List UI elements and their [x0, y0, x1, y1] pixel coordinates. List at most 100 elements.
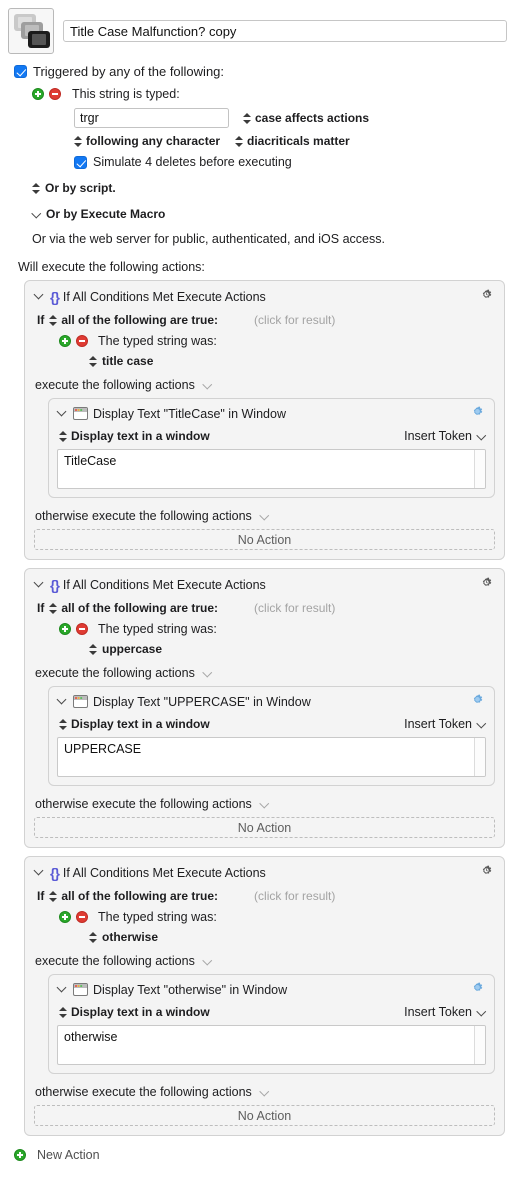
gear-icon-highlighted[interactable]: [469, 405, 486, 422]
trigger-string-input[interactable]: [74, 108, 229, 128]
if-block-header[interactable]: {} If All Conditions Met Execute Actions: [34, 864, 495, 881]
display-mode-popup[interactable]: Display text in a window: [59, 1005, 210, 1019]
triggered-by-checkbox[interactable]: [14, 65, 27, 78]
click-for-result-label[interactable]: (click for result): [254, 889, 335, 903]
chevron-down-icon[interactable]: [57, 984, 68, 995]
text-scrollbar[interactable]: [474, 450, 485, 488]
plus-circle-icon[interactable]: [32, 88, 44, 100]
plus-circle-icon[interactable]: [59, 623, 71, 635]
case-affects-actions-popup[interactable]: case affects actions: [243, 111, 369, 125]
chevron-down-icon[interactable]: [204, 957, 213, 966]
display-text-value[interactable]: otherwise: [58, 1026, 474, 1064]
condition-row: The typed string was:: [34, 622, 495, 636]
otherwise-actions-label: otherwise execute the following actions: [35, 797, 252, 811]
if-block[interactable]: {} If All Conditions Met Execute Actions…: [24, 568, 505, 848]
display-text-field[interactable]: TitleCase: [57, 449, 486, 489]
plus-circle-icon[interactable]: [59, 335, 71, 347]
stepper-updown-icon: [32, 182, 40, 195]
if-word-label: If: [37, 313, 45, 327]
or-by-execute-macro-row[interactable]: Or by Execute Macro: [14, 207, 507, 221]
insert-token-menu[interactable]: Insert Token: [404, 1005, 486, 1019]
chevron-down-icon[interactable]: [57, 408, 68, 419]
display-text-action[interactable]: Display Text "UPPERCASE" in Window Displ…: [48, 686, 495, 786]
condition-value-popup[interactable]: otherwise: [34, 930, 495, 944]
chevron-down-icon[interactable]: [204, 669, 213, 678]
condition-row: The typed string was:: [34, 910, 495, 924]
minus-circle-icon[interactable]: [76, 623, 88, 635]
execute-actions-row[interactable]: execute the following actions: [34, 666, 495, 680]
stepper-updown-icon: [89, 931, 97, 944]
if-word-label: If: [37, 889, 45, 903]
diacriticals-popup[interactable]: diacriticals matter: [235, 134, 350, 148]
minus-circle-icon[interactable]: [49, 88, 61, 100]
click-for-result-label[interactable]: (click for result): [254, 313, 335, 327]
or-by-script-row[interactable]: Or by script.: [14, 181, 507, 195]
condition-label: The typed string was:: [98, 910, 217, 924]
minus-circle-icon[interactable]: [76, 911, 88, 923]
otherwise-actions-row[interactable]: otherwise execute the following actions: [34, 797, 495, 811]
triggered-by-row[interactable]: Triggered by any of the following:: [14, 64, 507, 79]
or-by-execute-macro-label: Or by Execute Macro: [46, 207, 166, 221]
chevron-down-icon[interactable]: [57, 696, 68, 707]
gear-icon-highlighted[interactable]: [469, 981, 486, 998]
gear-icon-highlighted[interactable]: [469, 693, 486, 710]
if-block[interactable]: {} If All Conditions Met Execute Actions…: [24, 856, 505, 1136]
display-text-value[interactable]: UPPERCASE: [58, 738, 474, 776]
case-affects-actions-label: case affects actions: [255, 111, 370, 125]
no-action-placeholder[interactable]: No Action: [34, 1105, 495, 1126]
insert-token-menu[interactable]: Insert Token: [404, 717, 486, 731]
otherwise-actions-row[interactable]: otherwise execute the following actions: [34, 1085, 495, 1099]
chevron-down-icon[interactable]: [34, 867, 45, 878]
no-action-placeholder[interactable]: No Action: [34, 817, 495, 838]
display-text-action[interactable]: Display Text "otherwise" in Window Displ…: [48, 974, 495, 1074]
if-block[interactable]: {} If All Conditions Met Execute Actions…: [24, 280, 505, 560]
no-action-placeholder[interactable]: No Action: [34, 529, 495, 550]
insert-token-label: Insert Token: [404, 429, 472, 443]
stepper-updown-icon[interactable]: [49, 314, 58, 327]
following-character-popup[interactable]: following any character: [74, 134, 235, 148]
condition-mode-row: If all of the following are true: (click…: [34, 313, 495, 327]
execute-actions-row[interactable]: execute the following actions: [34, 954, 495, 968]
display-mode-popup[interactable]: Display text in a window: [59, 429, 210, 443]
insert-token-menu[interactable]: Insert Token: [404, 429, 486, 443]
if-block-header[interactable]: {} If All Conditions Met Execute Actions: [34, 576, 495, 593]
condition-value-popup[interactable]: uppercase: [34, 642, 495, 656]
display-text-action[interactable]: Display Text "TitleCase" in Window Displ…: [48, 398, 495, 498]
condition-mode-label[interactable]: all of the following are true:: [61, 601, 218, 615]
condition-mode-label[interactable]: all of the following are true:: [61, 313, 218, 327]
display-mode-popup[interactable]: Display text in a window: [59, 717, 210, 731]
if-block-header[interactable]: {} If All Conditions Met Execute Actions: [34, 288, 495, 305]
stepper-updown-icon[interactable]: [49, 890, 58, 903]
display-text-action-header[interactable]: Display Text "UPPERCASE" in Window: [57, 693, 486, 710]
click-for-result-label[interactable]: (click for result): [254, 601, 335, 615]
condition-mode-label[interactable]: all of the following are true:: [61, 889, 218, 903]
display-text-field[interactable]: otherwise: [57, 1025, 486, 1065]
display-text-action-header[interactable]: Display Text "otherwise" in Window: [57, 981, 486, 998]
condition-value-popup[interactable]: title case: [34, 354, 495, 368]
display-text-action-header[interactable]: Display Text "TitleCase" in Window: [57, 405, 486, 422]
gear-icon[interactable]: [478, 864, 495, 881]
execute-actions-row[interactable]: execute the following actions: [34, 378, 495, 392]
stepper-updown-icon: [74, 135, 82, 148]
simulate-deletes-row[interactable]: Simulate 4 deletes before executing: [74, 155, 507, 169]
chevron-down-icon[interactable]: [34, 579, 45, 590]
new-action-button[interactable]: New Action: [0, 1144, 517, 1162]
gear-icon[interactable]: [478, 288, 495, 305]
chevron-down-icon[interactable]: [261, 1088, 270, 1097]
display-text-field[interactable]: UPPERCASE: [57, 737, 486, 777]
stepper-updown-icon[interactable]: [49, 602, 58, 615]
macro-title-input[interactable]: [63, 20, 507, 42]
chevron-down-icon[interactable]: [204, 381, 213, 390]
otherwise-actions-row[interactable]: otherwise execute the following actions: [34, 509, 495, 523]
simulate-deletes-checkbox[interactable]: [74, 155, 87, 169]
chevron-down-icon[interactable]: [261, 800, 270, 809]
gear-icon[interactable]: [478, 576, 495, 593]
text-scrollbar[interactable]: [474, 1026, 485, 1064]
plus-circle-icon[interactable]: [59, 911, 71, 923]
display-text-value[interactable]: TitleCase: [58, 450, 474, 488]
chevron-down-icon[interactable]: [261, 512, 270, 521]
minus-circle-icon[interactable]: [76, 335, 88, 347]
text-scrollbar[interactable]: [474, 738, 485, 776]
window-icon: [73, 407, 88, 420]
chevron-down-icon[interactable]: [34, 291, 45, 302]
